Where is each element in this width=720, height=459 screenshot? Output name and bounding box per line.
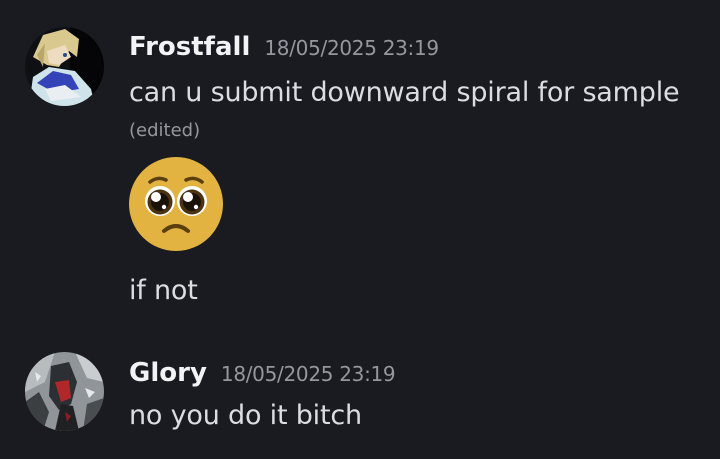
username[interactable]: Glory: [129, 358, 207, 388]
message-header: Frostfall 18/05/2025 23:19: [129, 32, 439, 62]
avatar-image: [25, 27, 104, 106]
pleading-face-icon: [128, 156, 224, 252]
timestamp: 18/05/2025 23:19: [220, 362, 396, 386]
message-text: no you do it bitch: [129, 400, 362, 431]
message-text: can u submit downward spiral for sample: [129, 77, 680, 108]
avatar[interactable]: [25, 27, 104, 106]
username[interactable]: Frostfall: [129, 32, 250, 62]
avatar[interactable]: [25, 352, 104, 431]
message-text-followup: if not: [129, 275, 198, 306]
timestamp: 18/05/2025 23:19: [264, 36, 439, 60]
avatar-image: [25, 352, 104, 431]
message-header: Glory 18/05/2025 23:19: [129, 358, 396, 388]
edited-label: (edited): [129, 120, 201, 141]
